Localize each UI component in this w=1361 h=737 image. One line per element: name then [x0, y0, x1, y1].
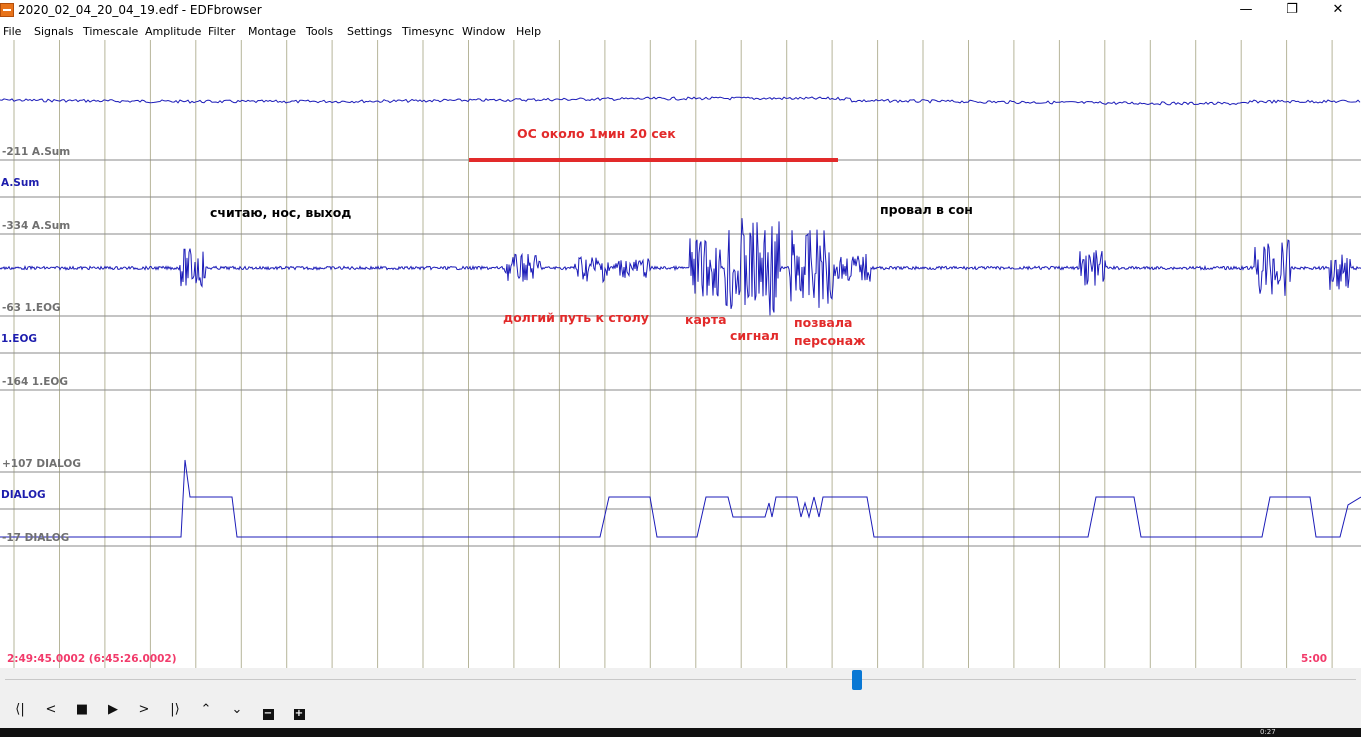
menu-filter[interactable]: Filter — [208, 25, 235, 38]
asum-lower-label: -334 A.Sum — [2, 220, 71, 232]
zoom-out-button[interactable]: − — [257, 701, 279, 720]
maximize-button[interactable]: ❐ — [1269, 0, 1315, 21]
stop-button[interactable]: ■ — [71, 701, 93, 719]
amplitude-down-button[interactable]: ⌄ — [226, 701, 248, 719]
page-back-button[interactable]: < — [40, 701, 62, 719]
signal-canvas — [0, 40, 1361, 668]
menu-montage[interactable]: Montage — [248, 25, 296, 38]
annotation-called-line2: персонаж — [794, 333, 866, 348]
minimize-button[interactable]: — — [1223, 0, 1269, 21]
menu-tools[interactable]: Tools — [306, 25, 333, 38]
minus-icon: − — [262, 708, 274, 720]
annotation-signal: сигнал — [730, 328, 779, 343]
signal-viewer[interactable]: -211 A.Sum A.Sum -334 A.Sum -63 1.EOG 1.… — [0, 40, 1361, 668]
menu-help[interactable]: Help — [516, 25, 541, 38]
zoom-in-button[interactable]: + — [288, 701, 310, 720]
annotation-called-line1: позвала — [794, 315, 853, 330]
scrollbar-track[interactable] — [5, 679, 1356, 680]
page-forward-button[interactable]: > — [133, 701, 155, 719]
eog-lower-label: -164 1.EOG — [2, 376, 68, 388]
eog-trace — [0, 218, 1361, 316]
horizontal-grid — [0, 159, 1361, 547]
asum-trace — [0, 96, 1361, 106]
dialog-lower-label: -17 DIALOG — [2, 532, 70, 544]
menu-timescale[interactable]: Timescale — [83, 25, 138, 38]
go-to-start-button[interactable]: ⟨| — [9, 701, 31, 719]
close-button[interactable]: ✕ — [1315, 0, 1361, 21]
navigation-toolbar: ⟨| < ■ ▶ > |⟩ ⌃ ⌄ − + — [0, 692, 1361, 728]
go-to-end-button[interactable]: |⟩ — [164, 701, 186, 719]
window-title: 2020_02_04_20_04_19.edf - EDFbrowser — [18, 3, 262, 17]
taskbar: 0:27 — [0, 728, 1361, 737]
time-scrollbar[interactable] — [0, 668, 1361, 692]
eog-signal-label[interactable]: 1.EOG — [1, 333, 37, 345]
annotation-path: долгий путь к столу — [503, 310, 649, 325]
app-icon — [0, 3, 14, 17]
start-time-label: 2:49:45.0002 (6:45:26.0002) — [7, 653, 177, 665]
eog-upper-label: -63 1.EOG — [2, 302, 61, 314]
menu-timesync[interactable]: Timesync — [402, 25, 454, 38]
annotation-os-duration: ОС около 1мин 20 сек — [517, 126, 676, 141]
dialog-upper-label: +107 DIALOG — [2, 458, 81, 470]
taskbar-clock: 0:27 — [1260, 728, 1276, 736]
scrollbar-handle[interactable] — [852, 670, 862, 690]
time-span-label: 5:00 — [1301, 653, 1328, 665]
asum-upper-label: -211 A.Sum — [2, 146, 71, 158]
asum-signal-label[interactable]: A.Sum — [1, 177, 39, 189]
amplitude-up-button[interactable]: ⌃ — [195, 701, 217, 719]
dialog-signal-label[interactable]: DIALOG — [1, 489, 46, 501]
annotation-sleep: провал в сон — [880, 202, 973, 217]
play-button[interactable]: ▶ — [102, 701, 124, 719]
annotation-map: карта — [685, 312, 727, 327]
menu-file[interactable]: File — [3, 25, 21, 38]
menu-window[interactable]: Window — [462, 25, 505, 38]
menu-bar: File Signals Timescale Amplitude Filter … — [0, 22, 1361, 40]
menu-amplitude[interactable]: Amplitude — [145, 25, 201, 38]
menu-signals[interactable]: Signals — [34, 25, 74, 38]
annotation-counting: считаю, нос, выход — [210, 205, 352, 220]
menu-settings[interactable]: Settings — [347, 25, 392, 38]
title-bar: 2020_02_04_20_04_19.edf - EDFbrowser — ❐… — [0, 0, 1361, 21]
plus-icon: + — [293, 708, 305, 720]
